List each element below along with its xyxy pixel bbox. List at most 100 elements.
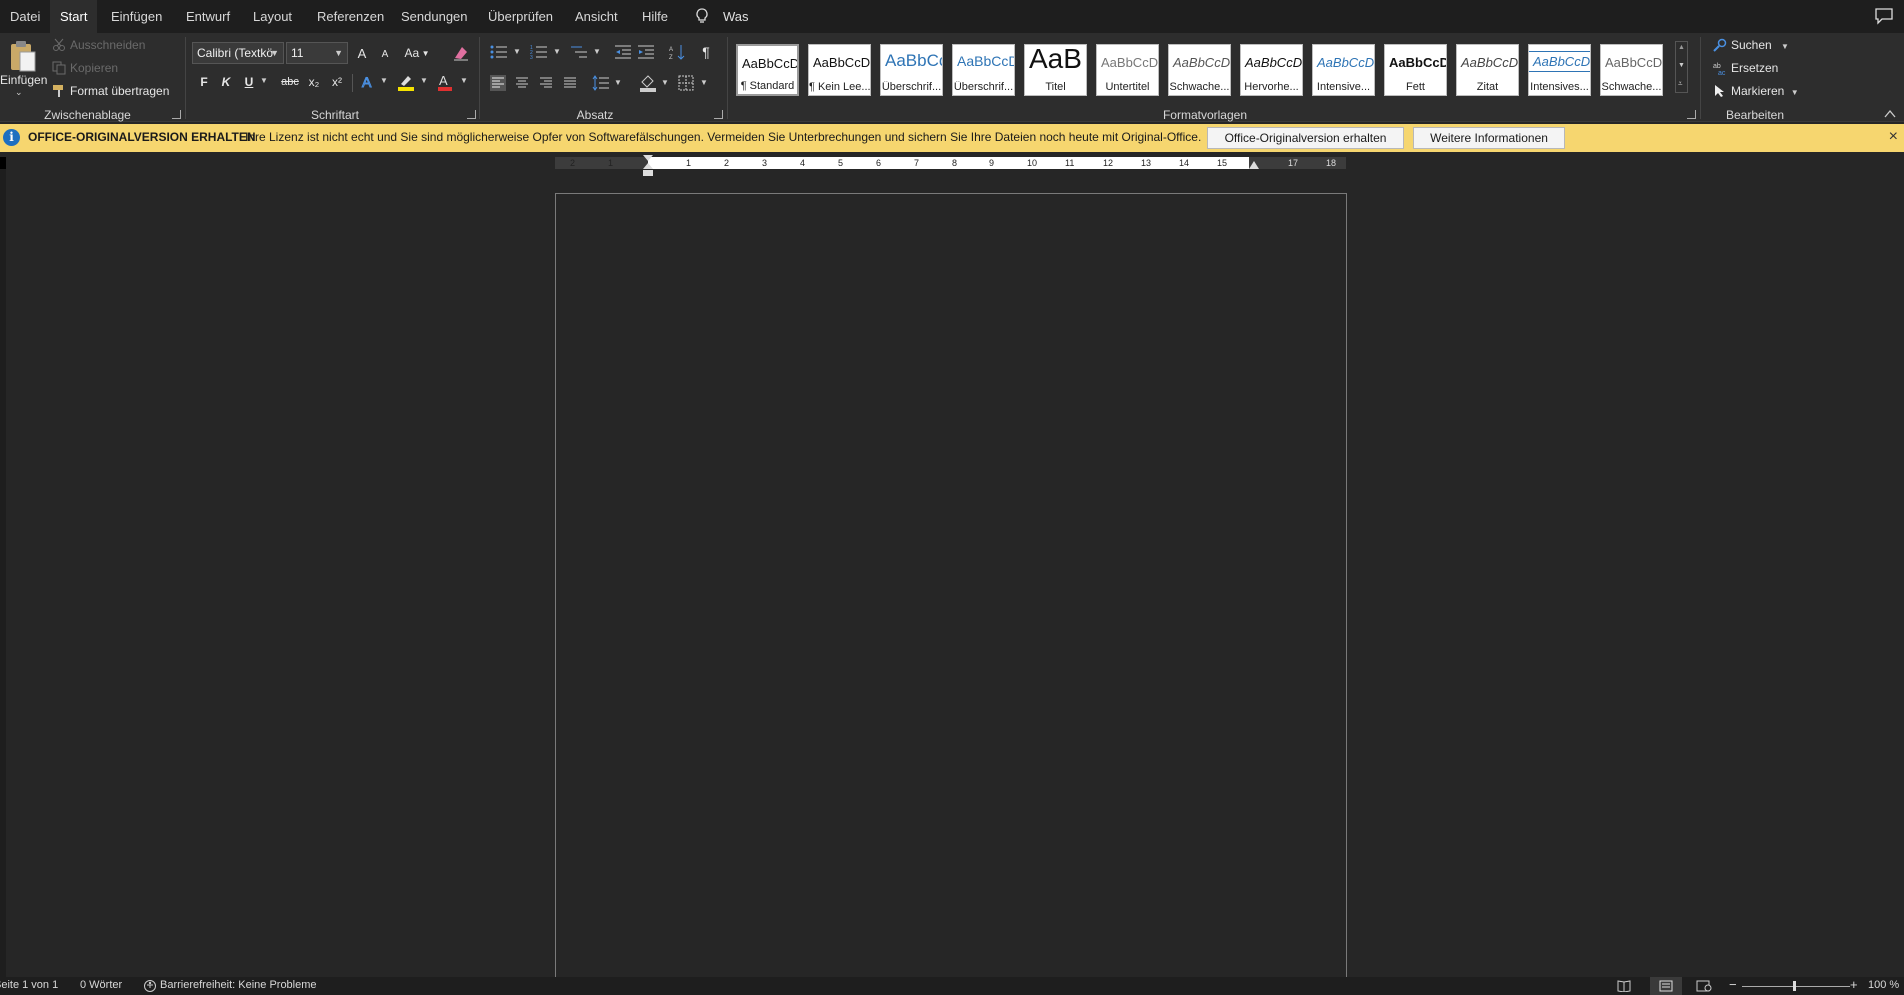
- style-subtle-reference[interactable]: AaBbCcDc Schwache...: [1600, 44, 1663, 96]
- superscript-button[interactable]: x²: [328, 73, 346, 91]
- collapse-ribbon-icon[interactable]: [1884, 109, 1896, 118]
- tab-entwurf[interactable]: Entwurf: [176, 0, 240, 33]
- tab-referenzen[interactable]: Referenzen: [307, 0, 394, 33]
- close-icon[interactable]: ×: [1889, 128, 1898, 146]
- web-layout-icon[interactable]: [1696, 980, 1712, 992]
- sort-icon[interactable]: AZ: [669, 44, 685, 60]
- font-launcher-icon[interactable]: [467, 110, 476, 119]
- chevron-down-icon[interactable]: ▼: [661, 78, 669, 87]
- borders-icon[interactable]: [678, 75, 694, 91]
- comment-icon[interactable]: [1874, 7, 1894, 25]
- tab-datei[interactable]: Datei: [0, 0, 50, 33]
- change-case-button[interactable]: Aa ▼: [403, 44, 431, 62]
- chevron-down-icon[interactable]: ▼: [260, 76, 268, 85]
- tab-ueberpruefen[interactable]: Überprüfen: [478, 0, 563, 33]
- chevron-down-icon[interactable]: ▼: [593, 47, 601, 56]
- subscript-button[interactable]: x₂: [305, 73, 323, 91]
- font-size-dropdown[interactable]: 11 ▼: [286, 42, 348, 64]
- multilevel-list-icon[interactable]: [570, 44, 588, 60]
- find-button[interactable]: Suchen ▼: [1731, 38, 1789, 52]
- style-quote[interactable]: AaBbCcDc Zitat: [1456, 44, 1519, 96]
- word-count[interactable]: 0 Wörter: [80, 979, 122, 991]
- select-button[interactable]: Markieren ▼: [1731, 84, 1799, 98]
- numbering-icon[interactable]: 123: [530, 44, 548, 60]
- show-formatting-button[interactable]: ¶: [698, 43, 714, 61]
- decrease-indent-icon[interactable]: [614, 44, 632, 60]
- read-mode-icon[interactable]: [1617, 980, 1631, 992]
- page-count[interactable]: Seite 1 von 1: [0, 979, 58, 991]
- search-icon: [1713, 38, 1727, 52]
- styles-launcher-icon[interactable]: [1687, 110, 1696, 119]
- accessibility-icon[interactable]: [143, 979, 157, 993]
- justify-icon[interactable]: [562, 75, 578, 91]
- more-info-button[interactable]: Weitere Informationen: [1413, 127, 1565, 149]
- chevron-down-icon[interactable]: ▼: [380, 76, 388, 85]
- print-layout-view[interactable]: [1650, 977, 1682, 995]
- style-subtle-emphasis[interactable]: AaBbCcDc Schwache...: [1168, 44, 1231, 96]
- bold-button[interactable]: F: [196, 73, 212, 91]
- align-right-icon[interactable]: [538, 75, 554, 91]
- shading-icon[interactable]: [639, 74, 657, 92]
- tab-hilfe[interactable]: Hilfe: [632, 0, 678, 33]
- indent-marker-icon[interactable]: [643, 155, 653, 177]
- zoom-slider-track[interactable]: [1742, 986, 1850, 987]
- underline-button[interactable]: U: [241, 73, 257, 91]
- replace-button[interactable]: Ersetzen: [1731, 61, 1778, 75]
- tab-layout[interactable]: Layout: [243, 0, 302, 33]
- grow-font-button[interactable]: A: [353, 44, 371, 62]
- chevron-down-icon[interactable]: ▼: [553, 47, 561, 56]
- tab-ansicht[interactable]: Ansicht: [565, 0, 628, 33]
- line-spacing-icon[interactable]: [592, 75, 610, 91]
- style-emphasis[interactable]: AaBbCcDc Hervorhe...: [1240, 44, 1303, 96]
- tab-einfuegen[interactable]: Einfügen: [101, 0, 172, 33]
- paste-button[interactable]: Einfügen: [0, 73, 47, 87]
- gallery-more-icon[interactable]: ⩡: [1678, 79, 1683, 89]
- clipboard-launcher-icon[interactable]: [172, 110, 181, 119]
- chevron-down-icon[interactable]: ▼: [700, 78, 708, 87]
- zoom-out-button[interactable]: −: [1729, 977, 1737, 992]
- zoom-slider-thumb[interactable]: [1793, 981, 1796, 991]
- style-subtitle[interactable]: AaBbCcD Untertitel: [1096, 44, 1159, 96]
- zoom-in-button[interactable]: +: [1850, 977, 1858, 992]
- style-strong[interactable]: AaBbCcDc Fett: [1384, 44, 1447, 96]
- tab-sendungen[interactable]: Sendungen: [391, 0, 478, 33]
- style-title[interactable]: AaB Titel: [1024, 44, 1087, 96]
- style-heading-2[interactable]: AaBbCcD Überschrif...: [952, 44, 1015, 96]
- text-effects-icon[interactable]: A: [361, 73, 377, 91]
- style-heading-1[interactable]: AaBbCc Überschrif...: [880, 44, 943, 96]
- chevron-up-icon[interactable]: ▲: [1678, 44, 1685, 51]
- shrink-font-button[interactable]: A: [377, 46, 393, 62]
- paste-chevron-icon[interactable]: ⌄: [15, 87, 23, 98]
- style-intense-emphasis[interactable]: AaBbCcDc Intensive...: [1312, 44, 1375, 96]
- style-standard[interactable]: AaBbCcDc ¶ Standard: [736, 44, 799, 96]
- paragraph-launcher-icon[interactable]: [714, 110, 723, 119]
- tab-start[interactable]: Start: [50, 0, 98, 33]
- zoom-level[interactable]: 100 %: [1868, 979, 1899, 991]
- bullets-icon[interactable]: [490, 44, 508, 60]
- chevron-down-icon[interactable]: ▼: [460, 76, 468, 85]
- increase-indent-icon[interactable]: [637, 44, 655, 60]
- get-original-button[interactable]: Office-Originalversion erhalten: [1207, 127, 1404, 149]
- document-page[interactable]: [555, 193, 1347, 983]
- chevron-down-icon[interactable]: ▼: [420, 76, 428, 85]
- copy-button[interactable]: Kopieren: [70, 61, 118, 75]
- chevron-down-icon[interactable]: ▼: [1678, 62, 1685, 69]
- align-left-icon[interactable]: [490, 75, 506, 91]
- strikethrough-button[interactable]: abc: [279, 73, 301, 91]
- style-no-spacing[interactable]: AaBbCcDc ¶ Kein Lee...: [808, 44, 871, 96]
- accessibility-status[interactable]: Barrierefreiheit: Keine Probleme: [160, 979, 317, 991]
- paste-icon[interactable]: [8, 39, 38, 73]
- font-name-dropdown[interactable]: Calibri (Textkö ▼: [192, 42, 284, 64]
- align-center-icon[interactable]: [514, 75, 530, 91]
- format-painter-button[interactable]: Format übertragen: [70, 84, 169, 98]
- font-color-icon[interactable]: A: [437, 73, 453, 91]
- chevron-down-icon[interactable]: ▼: [513, 47, 521, 56]
- cut-button[interactable]: Ausschneiden: [70, 38, 145, 52]
- chevron-down-icon[interactable]: ▼: [614, 78, 622, 87]
- italic-button[interactable]: K: [218, 73, 234, 91]
- right-indent-marker-icon[interactable]: [1249, 161, 1259, 169]
- highlighter-icon[interactable]: [397, 73, 415, 91]
- style-intense-quote[interactable]: AaBbCcDc Intensives...: [1528, 44, 1591, 96]
- clear-formatting-icon[interactable]: [452, 44, 470, 62]
- lightbulb-icon[interactable]: [693, 7, 711, 25]
